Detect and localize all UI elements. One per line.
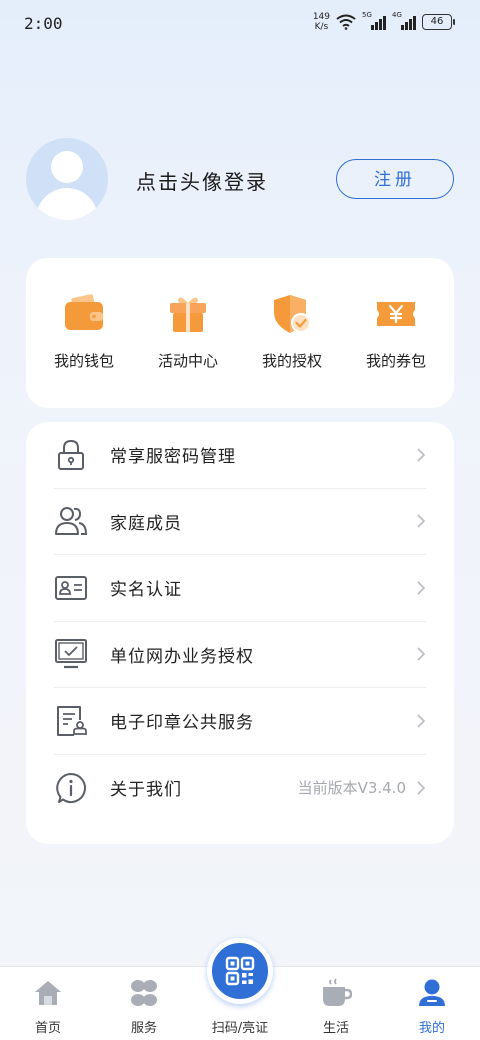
status-icons: 149 K/s 5G 4G 46 bbox=[312, 11, 455, 32]
menu-item-about[interactable]: 关于我们 当前版本V3.4.0 bbox=[54, 755, 426, 822]
nav-item-life[interactable]: 生活 bbox=[288, 967, 384, 1040]
gift-icon bbox=[170, 297, 206, 332]
quick-action-wallet[interactable]: 我的钱包 bbox=[36, 258, 132, 408]
family-icon bbox=[55, 507, 88, 536]
chevron-right-icon bbox=[417, 714, 426, 728]
services-icon bbox=[131, 980, 157, 1006]
menu-item-e-seal[interactable]: 电子印章公共服务 bbox=[54, 688, 426, 755]
chevron-right-icon bbox=[417, 581, 426, 595]
chevron-right-icon bbox=[417, 647, 426, 661]
status-time: 2:00 bbox=[24, 14, 63, 33]
coupon-icon bbox=[377, 302, 415, 326]
wifi-icon bbox=[336, 14, 356, 30]
battery-icon: 46 bbox=[422, 14, 455, 30]
menu-item-unit-authorization[interactable]: 单位网办业务授权 bbox=[54, 622, 426, 688]
monitor-icon bbox=[55, 639, 87, 669]
chevron-right-icon bbox=[417, 514, 426, 528]
nav-item-mine[interactable]: 我的 bbox=[384, 967, 480, 1040]
quick-actions-card: 我的钱包 活动中心 我的授权 我的券包 bbox=[26, 258, 454, 408]
menu-item-real-name[interactable]: 实名认证 bbox=[54, 555, 426, 622]
info-icon bbox=[56, 772, 86, 803]
user-icon bbox=[419, 979, 445, 1006]
quick-action-authorization[interactable]: 我的授权 bbox=[244, 258, 340, 408]
seal-document-icon bbox=[57, 705, 87, 736]
quick-action-activity[interactable]: 活动中心 bbox=[140, 258, 236, 408]
register-button[interactable]: 注册 bbox=[336, 159, 454, 199]
menu-card: 常享服密码管理 家庭成员 实名认证 单位网办业务授权 电子印章公共服务 关于我们… bbox=[26, 422, 454, 844]
home-icon bbox=[35, 981, 61, 1005]
scan-button[interactable] bbox=[207, 938, 273, 1004]
quick-action-coupon[interactable]: 我的券包 bbox=[348, 258, 444, 408]
profile-section: 点击头像登录 注册 bbox=[26, 138, 454, 220]
chevron-right-icon bbox=[417, 448, 426, 462]
menu-item-family[interactable]: 家庭成员 bbox=[54, 489, 426, 555]
shield-check-icon bbox=[274, 295, 311, 333]
status-bar: 2:00 149 K/s 5G 4G 46 bbox=[0, 0, 480, 48]
qr-scan-icon bbox=[225, 956, 255, 986]
nav-item-services[interactable]: 服务 bbox=[96, 967, 192, 1040]
wallet-icon bbox=[65, 294, 103, 330]
network-speed: 149 K/s bbox=[312, 12, 330, 32]
signal-5g-icon: 5G bbox=[362, 11, 386, 30]
id-card-icon bbox=[55, 575, 87, 600]
nav-item-home[interactable]: 首页 bbox=[0, 967, 96, 1040]
lock-icon bbox=[58, 439, 84, 470]
avatar[interactable] bbox=[26, 138, 108, 220]
login-prompt[interactable]: 点击头像登录 bbox=[136, 166, 268, 195]
menu-item-password[interactable]: 常享服密码管理 bbox=[54, 422, 426, 489]
coffee-cup-icon bbox=[323, 978, 352, 1006]
chevron-right-icon bbox=[417, 781, 426, 795]
version-text: 当前版本V3.4.0 bbox=[297, 779, 406, 798]
signal-4g-icon: 4G bbox=[392, 11, 416, 30]
